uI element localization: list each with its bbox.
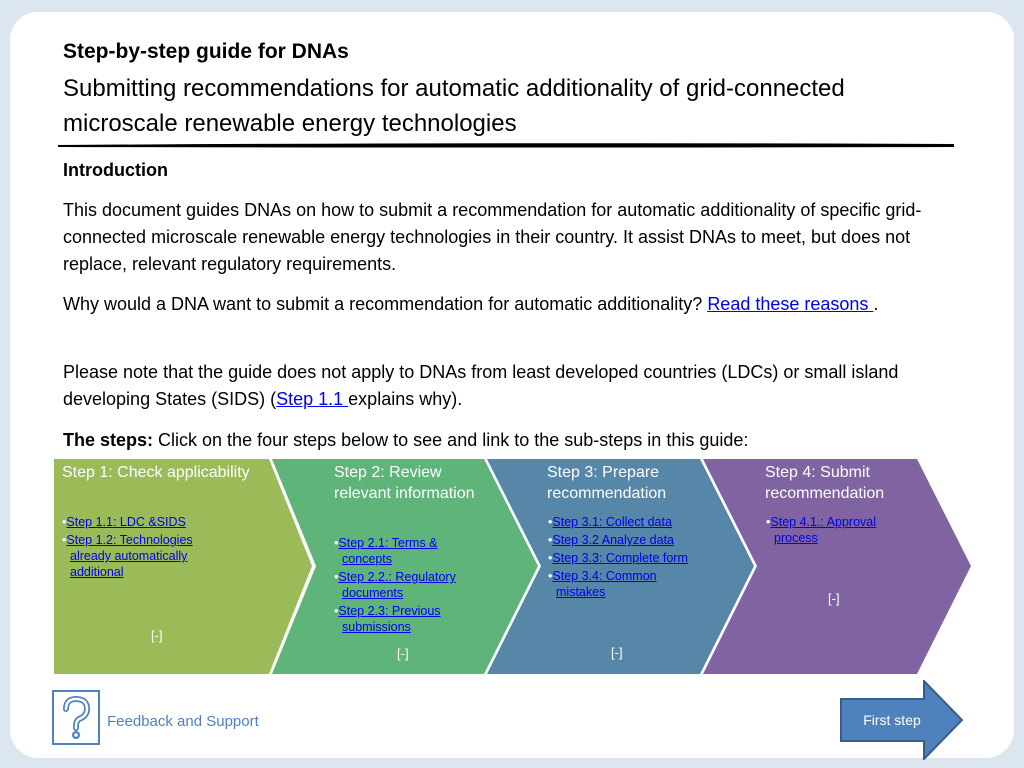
intro-paragraph-2-text: Why would a DNA want to submit a recomme… [63, 294, 708, 314]
substep-item: •Step 2.2.: Regulatory documents [334, 570, 456, 600]
steps-intro: The steps: Click on the four steps below… [63, 427, 943, 454]
step-4-title: Step 4: Submit recommendation [765, 464, 885, 502]
step-1-title: Step 1: Check applicability [62, 464, 250, 481]
substep-3-1-link[interactable]: Step 3.1: Collect data [552, 515, 672, 529]
first-step-label[interactable]: First step [847, 712, 937, 728]
substep-item: •Step 2.1: Terms & concepts [334, 536, 438, 566]
step-2-substeps: •Step 2.1: Terms & concepts •Step 2.2.: … [334, 535, 484, 637]
step-3-collapse-toggle[interactable]: [-] [611, 645, 623, 660]
substep-item: •Step 3.4: Common mistakes [548, 569, 657, 599]
intro-paragraph-1: This document guides DNAs on how to subm… [63, 200, 922, 274]
intro-heading: Introduction [63, 160, 168, 180]
step-1-1-link[interactable]: Step 1.1 [276, 389, 348, 409]
feedback-support-link[interactable]: Feedback and Support [107, 713, 259, 730]
help-button[interactable] [52, 690, 100, 745]
substep-item: •Step 3.2 Analyze data [548, 533, 675, 547]
title-divider [58, 143, 954, 148]
step-3-substeps: •Step 3.1: Collect data •Step 3.2 Analyz… [548, 514, 693, 602]
question-mark-icon [63, 695, 91, 739]
substep-item: •Step 2.3: Previous submissions [334, 604, 441, 634]
intro-paragraph-3-text: Please note that the guide does not appl… [63, 362, 899, 409]
steps-label: The steps: [63, 430, 154, 450]
substep-item: •Step 3.3: Complete form [548, 551, 688, 565]
step-1-collapse-toggle[interactable]: [-] [151, 628, 163, 643]
substep-3-2-link[interactable]: Step 3.2 Analyze data [552, 533, 674, 547]
step-4-collapse-toggle[interactable]: [-] [828, 591, 840, 606]
substep-item: •Step 1.1: LDC &SIDS [62, 515, 186, 529]
substep-4-1-link[interactable]: Step 4.1.: Approval process [770, 515, 876, 545]
page-title: Step-by-step guide for DNAs [63, 40, 349, 63]
substep-2-1-link[interactable]: Step 2.1: Terms & concepts [338, 536, 437, 566]
step-3-title: Step 3: Prepare recommendation [547, 464, 667, 502]
steps-intro-text: Click on the four steps below to see and… [153, 430, 749, 450]
page-subtitle: Submitting recommendations for automatic… [63, 75, 845, 137]
substep-2-2-link[interactable]: Step 2.2.: Regulatory documents [338, 570, 455, 600]
read-reasons-link[interactable]: Read these reasons [707, 294, 873, 314]
substep-2-3-link[interactable]: Step 2.3: Previous submissions [338, 604, 440, 634]
step-4-substeps: •Step 4.1.: Approval process [766, 514, 906, 548]
intro-paragraph-3: Please note that the guide does not appl… [63, 359, 943, 413]
substep-item: •Step 1.2: Technologies already automati… [62, 533, 193, 579]
substep-item: •Step 4.1.: Approval process [766, 515, 877, 545]
intro-paragraph-2-end: . [873, 294, 879, 314]
intro-paragraph-3-end: explains why). [348, 389, 463, 409]
substep-1-2-link[interactable]: Step 1.2: Technologies already automatic… [66, 533, 192, 579]
step-2-title: Step 2: Review relevant information [334, 464, 475, 502]
step-1-substeps: •Step 1.1: LDC &SIDS •Step 1.2: Technolo… [62, 514, 222, 582]
intro-paragraph-2: Why would a DNA want to submit a recomme… [63, 291, 943, 318]
step-2-collapse-toggle[interactable]: [-] [397, 646, 409, 661]
substep-3-4-link[interactable]: Step 3.4: Common mistakes [552, 569, 656, 599]
substep-item: •Step 3.1: Collect data [548, 515, 672, 529]
substep-1-1-link[interactable]: Step 1.1: LDC &SIDS [66, 515, 186, 529]
substep-3-3-link[interactable]: Step 3.3: Complete form [552, 551, 687, 565]
